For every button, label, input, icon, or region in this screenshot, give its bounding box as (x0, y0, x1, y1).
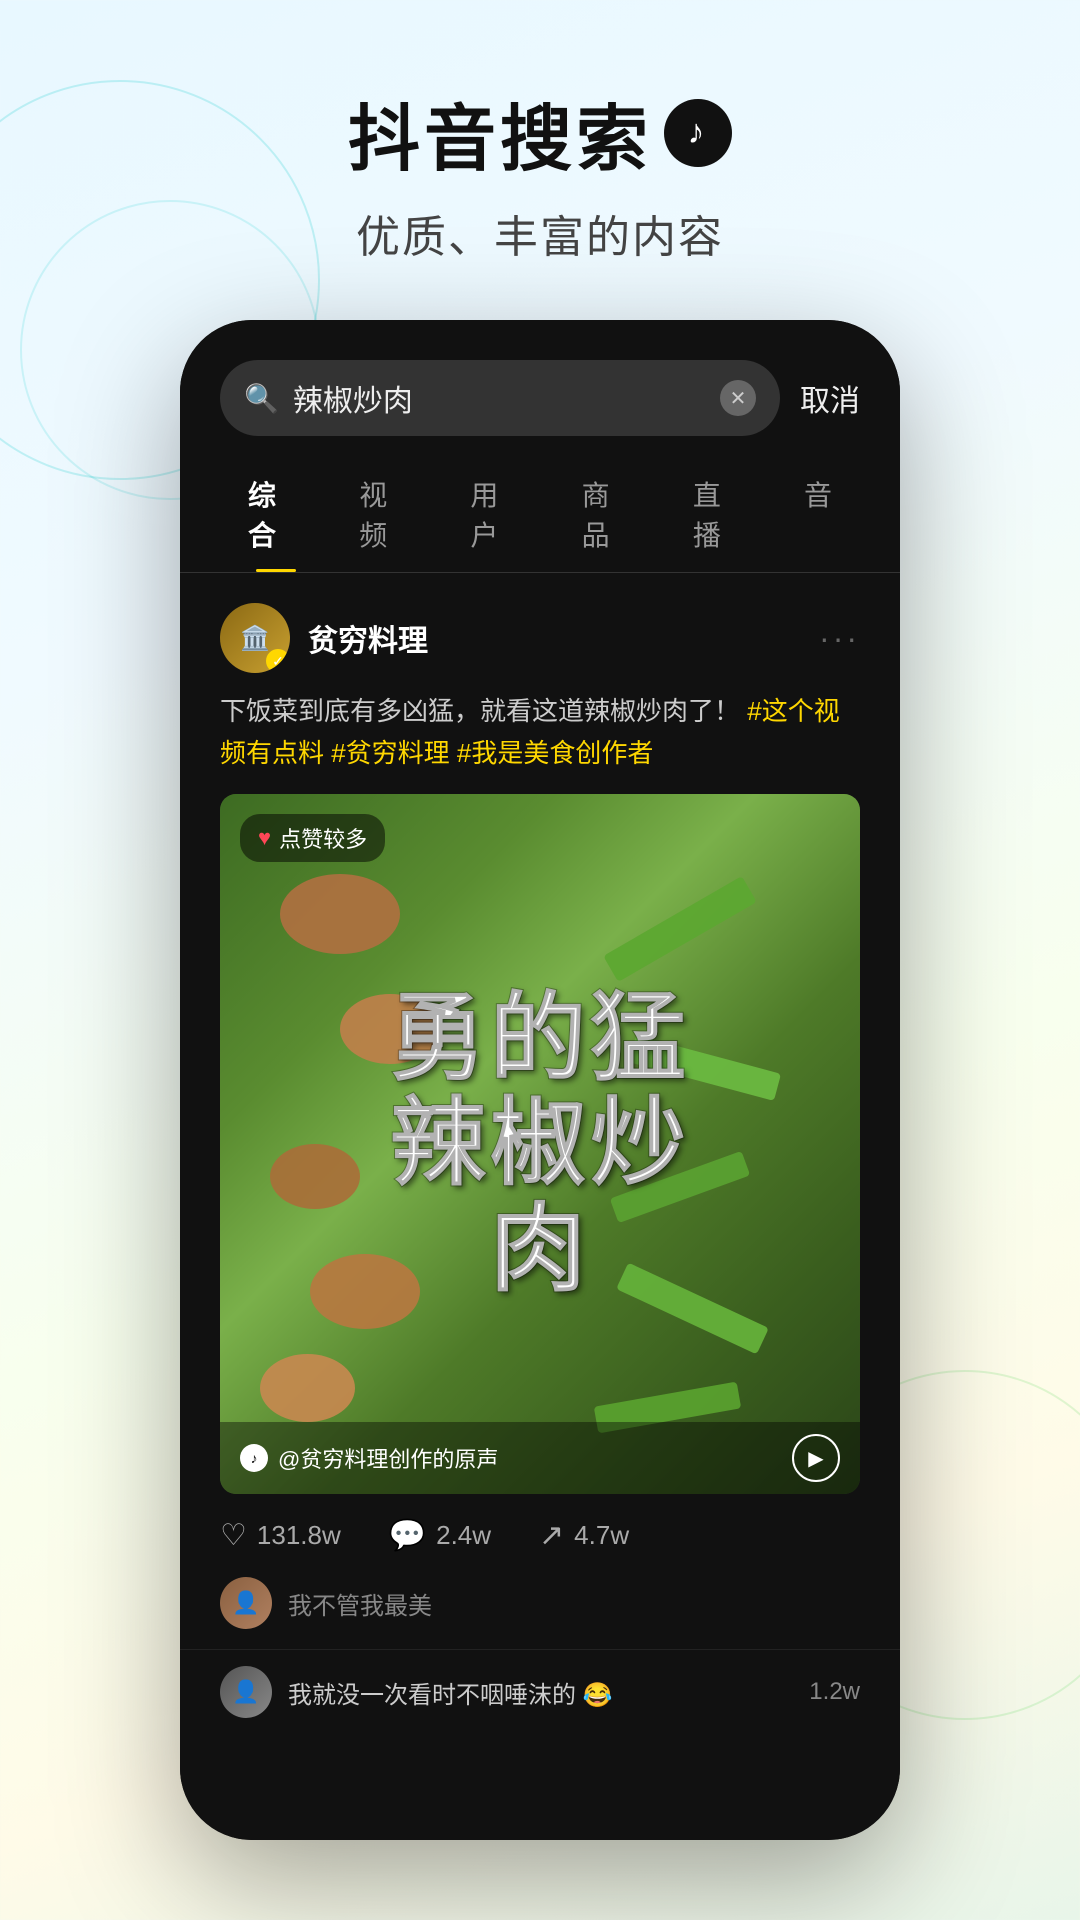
tab-product[interactable]: 商品 (554, 456, 665, 572)
comment-avatar-2: 👤 (220, 1666, 272, 1718)
comment-stat-icon: 💬 (389, 1518, 426, 1553)
shares-count: 4.7w (574, 1520, 629, 1551)
likes-count: 131.8w (257, 1520, 341, 1551)
comments-count: 2.4w (436, 1520, 491, 1551)
comment-content-1: 我不管我最美 (288, 1586, 860, 1621)
likes-stat[interactable]: ♡ 131.8w (220, 1518, 341, 1553)
tab-comprehensive[interactable]: 综合 (220, 456, 331, 572)
clear-icon[interactable]: ✕ (720, 380, 756, 416)
tab-audio[interactable]: 音 (776, 456, 860, 572)
post-header: 🏛️ ✓ 贫穷料理 ··· (220, 603, 860, 673)
comment-author-1: 我不管我最美 (288, 1586, 860, 1621)
verified-badge: ✓ (266, 649, 290, 673)
tab-video[interactable]: 视频 (331, 456, 442, 572)
comment-content-2: 我就没一次看时不咽唾沫的 😂 (288, 1675, 793, 1710)
search-tabs: 综合 视频 用户 商品 直播 音 (180, 456, 900, 573)
post-author[interactable]: 🏛️ ✓ 贫穷料理 (220, 603, 428, 673)
phone-mockup: 🔍 辣椒炒肉 ✕ 取消 综合 视频 用户 商品 直播 音 (180, 320, 900, 1840)
tiktok-note-icon: ♪ (240, 1444, 268, 1472)
comment-2-likes: 1.2w (809, 1678, 860, 1706)
stats-row: ♡ 131.8w 💬 2.4w ↗ 4.7w (180, 1494, 900, 1577)
header-subtitle: 优质、丰富的内容 (0, 201, 1080, 265)
search-icon: 🔍 (244, 382, 279, 415)
search-bar: 🔍 辣椒炒肉 ✕ 取消 (180, 320, 900, 456)
title-text: 抖音搜索 (348, 80, 652, 185)
video-title-overlay: 勇的猛辣椒炒肉 (220, 794, 860, 1494)
tab-user[interactable]: 用户 (442, 456, 553, 572)
video-thumbnail[interactable]: ♥ 点赞较多 勇的猛辣椒炒肉 ♪ @贫穷料理创作的原声 ▶ (220, 794, 860, 1494)
post-description: 下饭菜到底有多凶猛，就看这道辣椒炒肉了！ #这个视频有点料 #贫穷料理 #我是美… (220, 691, 860, 774)
comment-text-2: 我就没一次看时不咽唾沫的 😂 (288, 1675, 793, 1710)
post-card: 🏛️ ✓ 贫穷料理 ··· 下饭菜到底有多凶猛，就看这道辣椒炒肉了！ #这个视频… (180, 573, 900, 1494)
author-avatar: 🏛️ ✓ (220, 603, 290, 673)
phone-screen: 🔍 辣椒炒肉 ✕ 取消 综合 视频 用户 商品 直播 音 (180, 320, 900, 1840)
share-stat-icon: ↗ (539, 1518, 564, 1553)
more-options-icon[interactable]: ··· (819, 620, 860, 657)
comment-1: 👤 我不管我最美 (180, 1577, 900, 1650)
comment-avatar-1: 👤 (220, 1577, 272, 1629)
search-input-wrap[interactable]: 🔍 辣椒炒肉 ✕ (220, 360, 780, 436)
header-section: 抖音搜索 优质、丰富的内容 (0, 0, 1080, 305)
author-name: 贫穷料理 (308, 616, 428, 660)
tiktok-logo-icon (664, 99, 732, 167)
audio-info: ♪ @贫穷料理创作的原声 (240, 1442, 498, 1474)
heart-stat-icon: ♡ (220, 1518, 247, 1553)
play-button[interactable]: ▶ (792, 1434, 840, 1482)
tab-live[interactable]: 直播 (665, 456, 776, 572)
search-query: 辣椒炒肉 (293, 376, 706, 420)
video-title-text: 勇的猛辣椒炒肉 (390, 986, 690, 1303)
cancel-button[interactable]: 取消 (800, 376, 860, 420)
shares-stat[interactable]: ↗ 4.7w (539, 1518, 629, 1553)
audio-bar: ♪ @贫穷料理创作的原声 ▶ (220, 1422, 860, 1494)
comments-stat[interactable]: 💬 2.4w (389, 1518, 491, 1553)
comment-2: 👤 我就没一次看时不咽唾沫的 😂 1.2w (180, 1650, 900, 1734)
app-title: 抖音搜索 (0, 80, 1080, 185)
